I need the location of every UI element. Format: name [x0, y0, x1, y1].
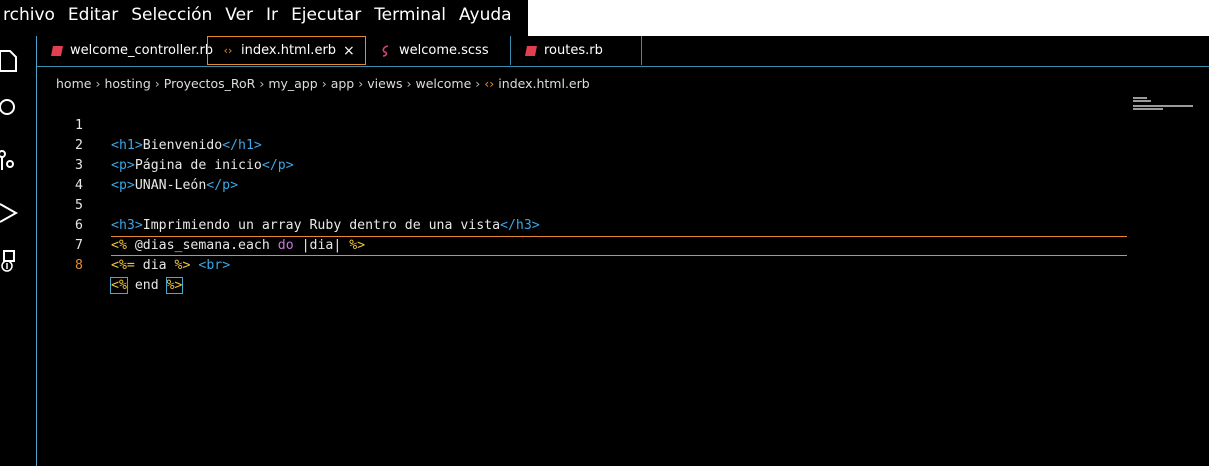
breadcrumb-item[interactable]: my_app	[268, 76, 317, 91]
menu-bar: rchivo Editar Selección Ver Ir Ejecutar …	[0, 0, 1209, 36]
breadcrumb: home › hosting › Proyectos_RoR › my_app › ap…	[56, 76, 590, 91]
code-line: 7 <%= dia %> <br>	[37, 216, 230, 273]
tag-text: UNAN-León	[134, 178, 207, 193]
menu-editar[interactable]: Editar	[61, 0, 124, 30]
tag-close: </p>	[261, 158, 294, 173]
erb-close: %>	[165, 277, 184, 294]
menu-archivo[interactable]: rchivo	[0, 0, 61, 30]
menu-terminal[interactable]: Terminal	[367, 0, 452, 30]
menu-bar-items: rchivo Editar Selección Ver Ir Ejecutar …	[0, 0, 528, 36]
tag-open: <h3>	[111, 218, 143, 233]
erb-close: %>	[349, 238, 366, 253]
code-line-current: 8 <% end %>	[37, 236, 184, 294]
line-number: 8	[75, 258, 83, 273]
code-line: 6 <% @dias_semana.each do |dia| %>	[37, 196, 365, 253]
tag-text: Página de inicio	[134, 158, 262, 173]
ruby-code: @dias_semana.each	[126, 238, 278, 253]
tag-text: Bienvenido	[142, 138, 223, 153]
ruby-keyword: do	[277, 238, 294, 253]
activity-bar	[0, 36, 37, 466]
chevron-right-icon: ›	[406, 76, 412, 91]
tag-close: </p>	[206, 178, 239, 193]
menu-ir[interactable]: Ir	[259, 0, 284, 30]
explorer-icon[interactable]	[0, 48, 22, 74]
breadcrumb-item[interactable]: app	[331, 76, 355, 91]
menu-ver[interactable]: Ver	[218, 0, 259, 30]
chevron-right-icon: ›	[259, 76, 265, 91]
editor-tabs: welcome_controller.rb ‹› index.html.erb …	[37, 36, 1209, 67]
tab-label: index.html.erb	[241, 43, 337, 58]
search-icon[interactable]	[0, 96, 22, 122]
code-line: 2 <p>Página de inicio</p>	[37, 116, 294, 173]
ruby-code: dia	[134, 258, 175, 273]
code-line: 5 <h3>Imprimiendo un array Ruby dentro d…	[37, 176, 540, 233]
code-editor[interactable]: 1 <h1>Bienvenido</h1> 2 <p>Página de ini…	[37, 96, 1209, 466]
sass-icon	[380, 44, 392, 57]
tab-label: welcome.scss	[399, 43, 489, 58]
breadcrumb-item[interactable]: index.html.erb	[498, 76, 589, 91]
br-tag: <br>	[198, 258, 231, 273]
tag-open: <h1>	[111, 138, 143, 153]
chevron-right-icon: ›	[95, 76, 101, 91]
chevron-right-icon: ›	[358, 76, 364, 91]
erb-open: <%	[111, 238, 127, 253]
code-icon: ‹›	[223, 44, 233, 57]
chevron-right-icon: ›	[321, 76, 327, 91]
erb-open: <%=	[111, 258, 135, 273]
ruby-code: end	[126, 278, 167, 293]
breadcrumb-item[interactable]: hosting	[104, 76, 150, 91]
breadcrumb-item[interactable]: views	[367, 76, 402, 91]
breadcrumb-item[interactable]: home	[56, 76, 91, 91]
menu-ejecutar[interactable]: Ejecutar	[284, 0, 367, 30]
menu-ayuda[interactable]: Ayuda	[452, 0, 518, 30]
breadcrumb-item[interactable]: welcome	[416, 76, 472, 91]
source-control-icon[interactable]	[0, 148, 22, 174]
tag-close: </h3>	[500, 218, 540, 233]
extensions-icon[interactable]	[0, 248, 22, 274]
erb-open: <%	[110, 277, 128, 294]
code-line: 3 <p>UNAN-León</p>	[37, 136, 238, 193]
close-icon[interactable]: ×	[343, 43, 355, 59]
tab-label: routes.rb	[544, 43, 603, 58]
ruby-icon	[51, 45, 63, 57]
tag-open: <p>	[111, 178, 135, 193]
tag-text: Imprimiendo un array Ruby dentro de una …	[142, 218, 501, 233]
tag-open: <p>	[111, 158, 135, 173]
ruby-icon	[525, 45, 537, 57]
erb-close: %>	[174, 258, 191, 273]
chevron-right-icon: ›	[154, 76, 160, 91]
tab-label: welcome_controller.rb	[70, 43, 214, 58]
code-line: 4	[37, 156, 83, 193]
tab-welcome-controller[interactable]: welcome_controller.rb	[37, 36, 213, 65]
menu-seleccion[interactable]: Selección	[124, 0, 218, 30]
chevron-right-icon: ›	[475, 76, 481, 91]
tab-routes-rb[interactable]: routes.rb	[511, 36, 642, 65]
code-line: 1 <h1>Bienvenido</h1>	[37, 96, 262, 153]
ruby-code: |dia|	[293, 238, 350, 253]
tag-close: </h1>	[222, 138, 262, 153]
tab-index-html-erb[interactable]: ‹› index.html.erb ×	[207, 36, 366, 65]
run-debug-icon[interactable]	[0, 200, 22, 226]
tab-welcome-scss[interactable]: welcome.scss	[366, 36, 511, 65]
code-icon: ‹›	[484, 76, 495, 91]
minimap[interactable]	[1133, 96, 1195, 116]
breadcrumb-item[interactable]: Proyectos_RoR	[164, 76, 256, 91]
